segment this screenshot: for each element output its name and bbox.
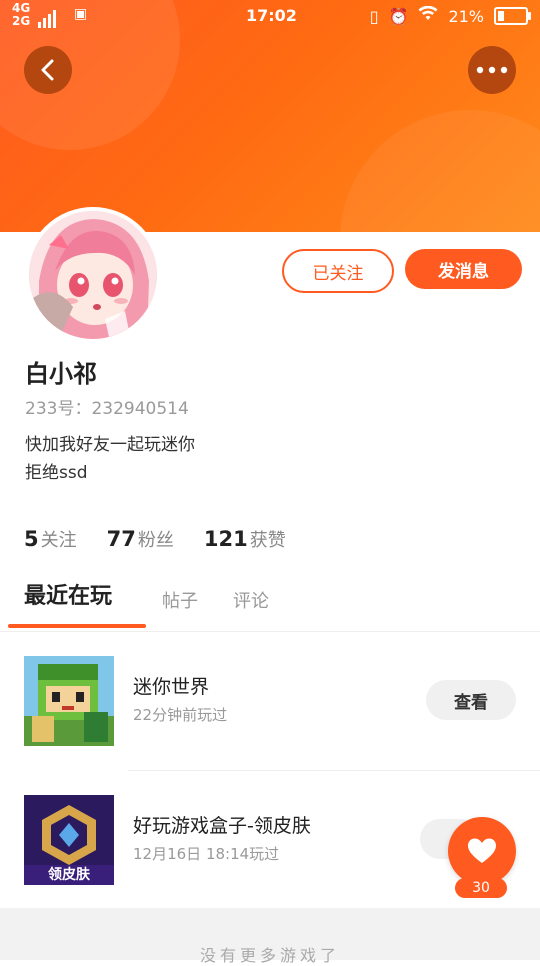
tab-posts[interactable]: 帖子 [162, 587, 198, 613]
tab-recently-played[interactable]: 最近在玩 [24, 578, 112, 610]
profile-header-background [0, 0, 540, 232]
game-icon-badge: 领皮肤 [48, 867, 90, 883]
game-title: 迷你世界 [133, 676, 210, 698]
stat-label: 关注 [40, 530, 77, 551]
back-button[interactable] [24, 46, 72, 94]
following-count[interactable]: 5 关注 [24, 526, 77, 552]
user-id-value: 232940514 [91, 399, 189, 419]
stat-value: 77 [106, 527, 136, 551]
clock: 17:02 [246, 6, 297, 25]
bio-line: 快加我好友一起玩迷你 [25, 435, 195, 455]
stat-label: 粉丝 [137, 530, 174, 551]
tab-comments[interactable]: 评论 [233, 587, 269, 613]
network-2g: 2G [12, 14, 31, 28]
user-name: 白小祁 [25, 360, 97, 388]
battery-percent: 21% [448, 6, 484, 26]
user-bio: 快加我好友一起玩迷你 拒绝ssd [25, 431, 195, 487]
user-id-label: 233号： [25, 399, 92, 419]
alarm-icon: ⏰ [388, 6, 409, 26]
game-title: 好玩游戏盒子-领皮肤 [133, 815, 311, 837]
network-type: 4G 2G [12, 2, 30, 28]
stat-label: 获赞 [249, 530, 286, 551]
bio-line: 拒绝ssd [25, 463, 88, 483]
avatar-illustration [29, 211, 157, 339]
game-icon-game-box: 领皮肤 [24, 795, 114, 885]
followers-count[interactable]: 77 粉丝 [107, 526, 174, 552]
active-tab-indicator [8, 624, 146, 628]
game-last-played: 12月16日 18:14玩过 [133, 845, 280, 863]
wifi-icon [418, 5, 438, 26]
game-last-played: 22分钟前玩过 [133, 706, 228, 724]
signal-icon [38, 4, 60, 28]
divider [128, 770, 540, 771]
game-icon-mini-world [24, 656, 114, 746]
more-options-button[interactable] [468, 46, 516, 94]
followed-button[interactable]: 已关注 [282, 249, 394, 293]
view-game-button[interactable]: 查看 [426, 680, 516, 720]
stat-value: 121 [203, 527, 248, 551]
likes-count[interactable]: 121 获赞 [204, 526, 286, 552]
decor-circle [340, 110, 540, 232]
list-item[interactable]: 迷你世界 22分钟前玩过 查看 [0, 642, 540, 752]
status-icons: ▯ ⏰ 21% [369, 5, 531, 26]
profile-stats: 5 关注 77 粉丝 121 获赞 [24, 526, 286, 552]
chevron-left-icon [41, 59, 54, 81]
like-button[interactable] [448, 817, 516, 885]
avatar[interactable] [25, 207, 161, 343]
heart-icon [468, 838, 496, 863]
status-bar: 4G 2G ▣ 17:02 ▯ ⏰ 21% [0, 0, 540, 34]
stat-value: 5 [24, 527, 39, 551]
list-footer: 没有更多游戏了 [0, 908, 540, 965]
user-id: 233号：232940514 [25, 394, 189, 419]
like-count: 30 [455, 878, 507, 898]
no-more-games-text: 没有更多游戏了 [199, 946, 340, 965]
battery-icon [494, 7, 531, 25]
send-message-button[interactable]: 发消息 [405, 249, 522, 289]
sim-icon: ▣ [74, 6, 88, 22]
more-dots-icon [476, 66, 508, 74]
vibrate-icon: ▯ [369, 6, 379, 26]
tab-bar: 最近在玩 帖子 评论 [0, 575, 540, 632]
